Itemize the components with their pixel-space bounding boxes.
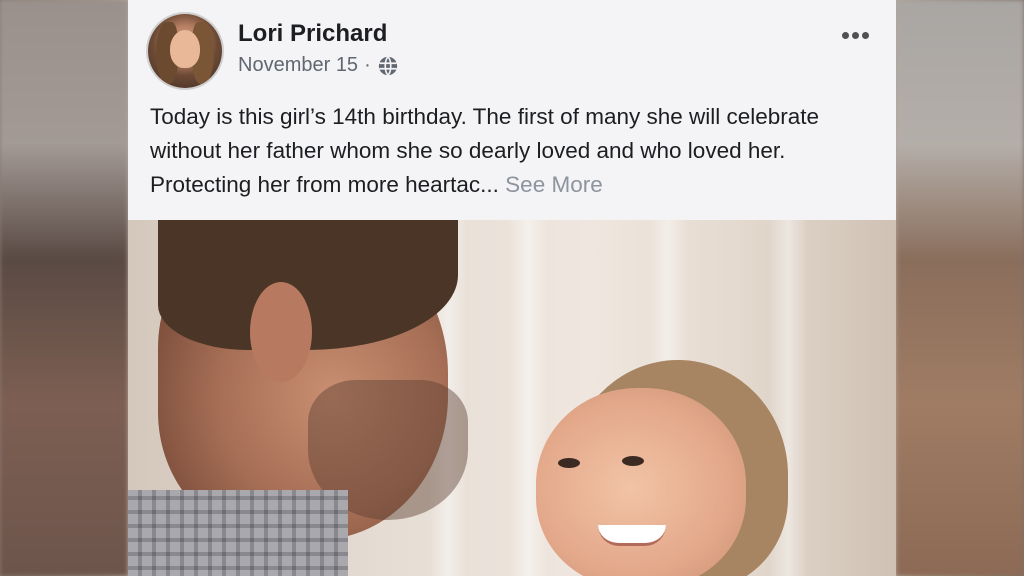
facebook-post-card: Lori Prichard November 15 · Today is thi… bbox=[128, 0, 896, 220]
see-more-link[interactable]: See More bbox=[505, 172, 603, 197]
globe-icon bbox=[378, 55, 397, 76]
video-frame: Lori Prichard November 15 · Today is thi… bbox=[0, 0, 1024, 576]
blurred-background-right bbox=[896, 0, 1024, 576]
more-options-icon[interactable] bbox=[842, 26, 876, 46]
man-plaid-shirt bbox=[128, 490, 348, 576]
avatar-face bbox=[170, 30, 200, 68]
blurred-background-left bbox=[0, 0, 128, 576]
post-body-text: Today is this girl’s 14th birthday. The … bbox=[150, 104, 820, 197]
post-meta: November 15 · bbox=[238, 54, 399, 77]
girl-face bbox=[536, 388, 746, 576]
post-body: Today is this girl’s 14th birthday. The … bbox=[150, 100, 880, 202]
post-date[interactable]: November 15 bbox=[238, 54, 358, 77]
man-ear bbox=[250, 282, 312, 382]
author-name[interactable]: Lori Prichard bbox=[238, 20, 387, 48]
meta-separator: · bbox=[364, 54, 371, 76]
girl-eye-left bbox=[558, 458, 580, 468]
girl-smile bbox=[598, 525, 666, 546]
post-photo[interactable] bbox=[128, 220, 896, 576]
author-avatar[interactable] bbox=[148, 14, 222, 88]
girl-eye-right bbox=[622, 456, 644, 466]
